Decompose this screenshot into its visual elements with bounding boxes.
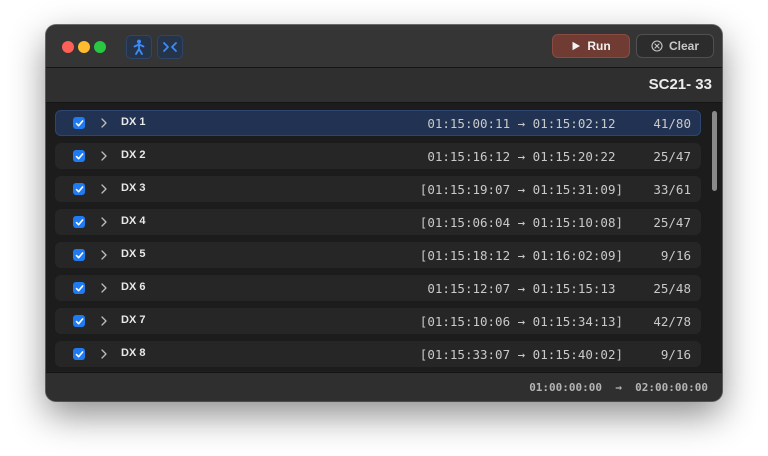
dx-name: DX 3 (121, 182, 146, 194)
minimize-window-button[interactable] (78, 41, 90, 53)
chevron-right-icon[interactable] (101, 316, 107, 326)
take-count: 33/61 (653, 182, 691, 197)
scene-header: SC21- 33 (46, 68, 722, 103)
take-count: 25/47 (653, 215, 691, 230)
chevron-right-icon[interactable] (101, 151, 107, 161)
collapse-toggle-button[interactable] (157, 35, 183, 59)
row-checkbox[interactable] (73, 117, 85, 129)
list-item[interactable]: DX 2 01:15:16:12 → 01:15:20:22 25/47 (55, 143, 701, 169)
row-checkbox[interactable] (73, 315, 85, 327)
checkmark-icon (75, 185, 83, 192)
take-count: 41/80 (653, 116, 691, 131)
checkmark-icon (75, 119, 83, 126)
dx-name: DX 1 (121, 116, 146, 128)
row-checkbox[interactable] (73, 150, 85, 162)
footer-bar: 01:00:00:00 → 02:00:00:00 (46, 372, 722, 401)
chevron-right-icon[interactable] (101, 250, 107, 260)
scrollbar-thumb[interactable] (712, 111, 717, 191)
timecode-range: 01:15:00:11 → 01:15:02:12 (419, 116, 623, 131)
checkmark-icon (75, 218, 83, 225)
checkmark-icon (75, 350, 83, 357)
clear-button[interactable]: Clear (636, 34, 714, 58)
figure-icon (133, 39, 145, 55)
list-item[interactable]: DX 4 [01:15:06:04 → 01:15:10:08] 25/47 (55, 209, 701, 235)
row-checkbox[interactable] (73, 183, 85, 195)
row-checkbox[interactable] (73, 348, 85, 360)
run-button-label: Run (587, 39, 611, 53)
vertical-scrollbar[interactable] (710, 109, 718, 365)
checkmark-icon (75, 152, 83, 159)
collapse-arrows-icon (163, 42, 177, 52)
total-timecode-range: 01:00:00:00 → 02:00:00:00 (529, 381, 708, 394)
list-item[interactable]: DX 7 [01:15:10:06 → 01:15:34:13] 42/78 (55, 308, 701, 334)
dx-name: DX 4 (121, 215, 146, 227)
x-circle-icon (651, 40, 663, 52)
list-item[interactable]: DX 1 01:15:00:11 → 01:15:02:12 41/80 (55, 110, 701, 136)
clear-button-label: Clear (668, 39, 700, 53)
scene-title: SC21- 33 (648, 76, 712, 93)
list-item[interactable]: DX 5 [01:15:18:12 → 01:16:02:09] 9/16 (55, 242, 701, 268)
chevron-right-icon[interactable] (101, 184, 107, 194)
take-count: 9/16 (660, 347, 691, 362)
row-checkbox[interactable] (73, 249, 85, 261)
checkmark-icon (75, 284, 83, 291)
dx-list[interactable]: DX 1 01:15:00:11 → 01:15:02:12 41/80 DX … (46, 103, 722, 371)
dx-name: DX 7 (121, 314, 146, 326)
timecode-range: [01:15:10:06 → 01:15:34:13] (419, 314, 623, 329)
app-window: Run Clear SC21- 33 DX 1 01:15:00:11 → 01… (46, 25, 722, 401)
list-item[interactable]: DX 8 [01:15:33:07 → 01:15:40:02] 9/16 (55, 341, 701, 367)
take-count: 9/16 (660, 248, 691, 263)
chevron-right-icon[interactable] (101, 118, 107, 128)
run-button[interactable]: Run (552, 34, 630, 58)
list-item[interactable]: DX 3 [01:15:19:07 → 01:15:31:09] 33/61 (55, 176, 701, 202)
figure-toggle-button[interactable] (126, 35, 152, 59)
list-item[interactable]: DX 6 01:15:12:07 → 01:15:15:13 25/48 (55, 275, 701, 301)
take-count: 25/47 (653, 149, 691, 164)
timecode-range: [01:15:33:07 → 01:15:40:02] (419, 347, 623, 362)
dx-name: DX 5 (121, 248, 146, 260)
chevron-right-icon[interactable] (101, 349, 107, 359)
timecode-range: 01:15:12:07 → 01:15:15:13 (419, 281, 623, 296)
chevron-right-icon[interactable] (101, 217, 107, 227)
timecode-range: [01:15:06:04 → 01:15:10:08] (419, 215, 623, 230)
row-checkbox[interactable] (73, 216, 85, 228)
zoom-window-button[interactable] (94, 41, 106, 53)
dx-name: DX 8 (121, 347, 146, 359)
take-count: 42/78 (653, 314, 691, 329)
titlebar: Run Clear (46, 25, 722, 68)
dx-name: DX 6 (121, 281, 146, 293)
checkmark-icon (75, 317, 83, 324)
timecode-range: [01:15:19:07 → 01:15:31:09] (419, 182, 623, 197)
checkmark-icon (75, 251, 83, 258)
take-count: 25/48 (653, 281, 691, 296)
chevron-right-icon[interactable] (101, 283, 107, 293)
row-checkbox[interactable] (73, 282, 85, 294)
timecode-range: [01:15:18:12 → 01:16:02:09] (419, 248, 623, 263)
dx-name: DX 2 (121, 149, 146, 161)
close-window-button[interactable] (62, 41, 74, 53)
timecode-range: 01:15:16:12 → 01:15:20:22 (419, 149, 623, 164)
play-icon (572, 41, 581, 51)
